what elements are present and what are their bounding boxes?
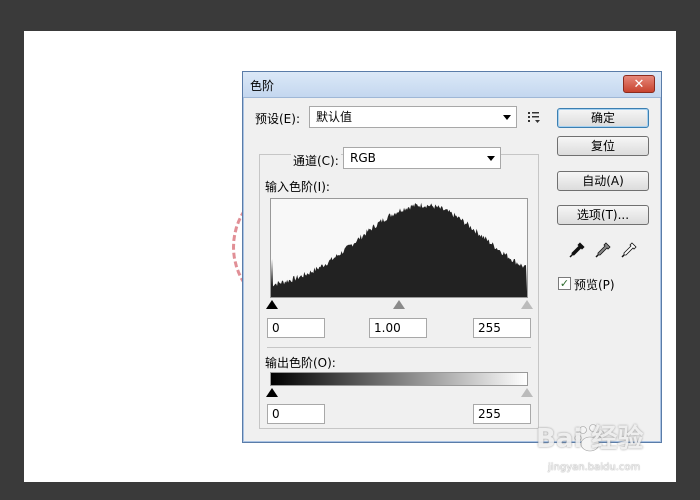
channel-select[interactable]: RGB xyxy=(343,147,501,169)
preset-value: 默认值 xyxy=(316,110,353,124)
options-button[interactable]: 选项(T)... xyxy=(557,205,649,225)
watermark-url: jingyan.baidu.com xyxy=(548,462,641,473)
preview-label: 预览(P) xyxy=(574,278,615,292)
output-white-field[interactable]: 255 xyxy=(473,404,531,424)
histogram-chart xyxy=(271,202,527,297)
preset-menu-icon[interactable] xyxy=(527,110,541,124)
ok-button[interactable]: 确定 xyxy=(557,108,649,128)
chevron-down-icon xyxy=(487,156,495,161)
eyedropper-white-icon[interactable] xyxy=(621,242,637,258)
preview-checkbox[interactable]: ✓ xyxy=(558,277,571,290)
histogram-area xyxy=(271,202,527,297)
channel-value: RGB xyxy=(350,151,376,165)
input-white-field[interactable]: 255 xyxy=(473,318,531,338)
histogram xyxy=(270,198,528,298)
dialog-title: 色阶 xyxy=(250,79,275,93)
input-levels-label: 输入色阶(I): xyxy=(265,180,330,194)
output-gradient-bar xyxy=(270,372,528,386)
reset-button[interactable]: 复位 xyxy=(557,136,649,156)
eyedropper-gray-icon[interactable] xyxy=(595,242,611,258)
input-black-field[interactable]: 0 xyxy=(267,318,325,338)
eyedropper-black-icon[interactable] xyxy=(569,242,585,258)
chevron-down-icon xyxy=(503,115,511,120)
preset-select[interactable]: 默认值 xyxy=(309,106,517,128)
watermark-brand: Bai 经验 xyxy=(536,424,644,454)
input-black-slider[interactable] xyxy=(266,300,278,310)
dialog-titlebar[interactable]: 色阶 ✕ xyxy=(243,72,661,98)
input-gamma-field[interactable]: 1.00 xyxy=(369,318,427,338)
levels-dialog: 色阶 ✕ 预设(E): 默认值 通道(C): RGB 输入色阶(I): 0 1.… xyxy=(242,71,662,443)
output-black-slider[interactable] xyxy=(266,388,278,398)
preset-label: 预设(E): xyxy=(255,112,300,126)
auto-button[interactable]: 自动(A) xyxy=(557,171,649,191)
divider xyxy=(267,347,531,348)
output-levels-label: 输出色阶(O): xyxy=(265,356,336,370)
output-black-field[interactable]: 0 xyxy=(267,404,325,424)
input-gamma-slider[interactable] xyxy=(393,300,405,310)
output-white-slider[interactable] xyxy=(521,388,533,398)
close-icon[interactable]: ✕ xyxy=(623,75,655,93)
channel-label: 通道(C): xyxy=(291,152,341,169)
input-white-slider[interactable] xyxy=(521,300,533,310)
